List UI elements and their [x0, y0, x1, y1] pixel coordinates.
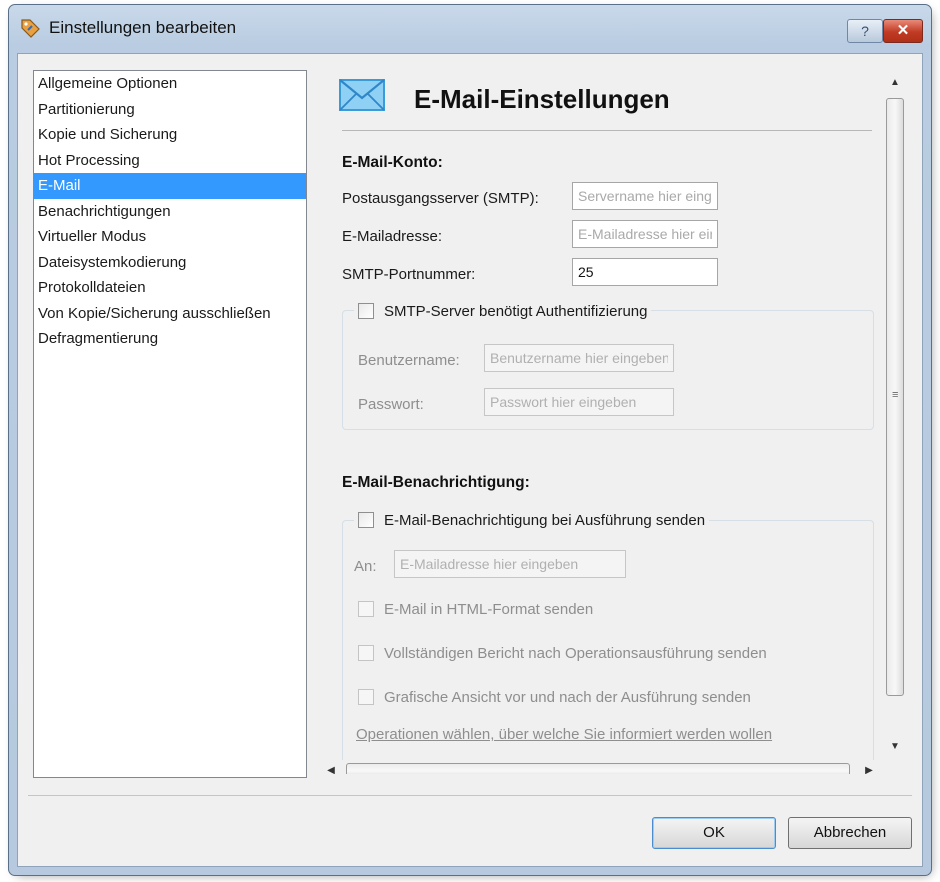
app-tag-icon	[21, 19, 40, 38]
auth-checkbox-label: SMTP-Server benötigt Authentifizierung	[384, 302, 648, 320]
dialog-window: Einstellungen bearbeiten ? ✕ Allgemeine …	[8, 4, 932, 876]
nav-item-virtual-mode[interactable]: Virtueller Modus	[34, 224, 306, 250]
graphic-view-label: Grafische Ansicht vor und nach der Ausfü…	[384, 688, 751, 706]
nav-item-notifications[interactable]: Benachrichtigungen	[34, 199, 306, 225]
dialog-client-area: Allgemeine Optionen Partitionierung Kopi…	[17, 53, 923, 867]
html-format-row[interactable]: E-Mail in HTML-Format senden	[354, 598, 598, 620]
close-button[interactable]: ✕	[883, 19, 923, 43]
username-input[interactable]	[484, 344, 674, 372]
nav-item-defragmentation[interactable]: Defragmentierung	[34, 326, 306, 352]
grip-icon: ≡	[892, 389, 899, 401]
email-address-input[interactable]	[572, 220, 718, 248]
title-bar[interactable]: Einstellungen bearbeiten ? ✕	[9, 5, 931, 49]
username-label: Benutzername:	[358, 352, 460, 369]
settings-category-list[interactable]: Allgemeine Optionen Partitionierung Kopi…	[33, 70, 307, 778]
scroll-down-arrow-icon[interactable]: ▼	[882, 734, 908, 760]
horizontal-scrollbar[interactable]: ◀ ▶	[318, 760, 882, 774]
nav-item-filesystem-encoding[interactable]: Dateisystemkodierung	[34, 250, 306, 276]
header-divider	[342, 130, 872, 131]
auth-checkbox[interactable]	[358, 303, 374, 319]
smtp-port-label: SMTP-Portnummer:	[342, 266, 476, 283]
smtp-port-input[interactable]	[572, 258, 718, 286]
full-report-row[interactable]: Vollständigen Bericht nach Operationsaus…	[354, 642, 771, 664]
send-notification-checkbox[interactable]	[358, 512, 374, 528]
vertical-scroll-thumb[interactable]: ≡	[886, 98, 904, 696]
scroll-left-arrow-icon[interactable]: ◀	[318, 760, 344, 774]
password-input[interactable]	[484, 388, 674, 416]
scroll-right-arrow-icon[interactable]: ▶	[856, 760, 882, 774]
graphic-view-checkbox[interactable]	[358, 689, 374, 705]
email-account-heading: E-Mail-Konto:	[342, 154, 443, 171]
nav-item-exclusions[interactable]: Von Kopie/Sicherung ausschließen	[34, 301, 306, 327]
smtp-server-label: Postausgangsserver (SMTP):	[342, 190, 539, 207]
email-address-label: E-Mailadresse:	[342, 228, 443, 245]
smtp-server-input[interactable]	[572, 182, 718, 210]
to-address-input[interactable]	[394, 550, 626, 578]
html-format-label: E-Mail in HTML-Format senden	[384, 600, 594, 618]
auth-checkbox-row[interactable]: SMTP-Server benötigt Authentifizierung	[354, 300, 652, 322]
password-label: Passwort:	[358, 396, 424, 413]
send-notification-label: E-Mail-Benachrichtigung bei Ausführung s…	[384, 511, 706, 529]
nav-item-hot-processing[interactable]: Hot Processing	[34, 148, 306, 174]
scroll-corner	[882, 760, 908, 774]
footer-divider	[28, 795, 912, 796]
full-report-checkbox[interactable]	[358, 645, 374, 661]
vertical-scrollbar[interactable]: ▲ ≡ ▼	[882, 70, 908, 760]
help-button[interactable]: ?	[847, 19, 883, 43]
html-format-checkbox[interactable]	[358, 601, 374, 617]
email-settings-panel: E-Mail-Einstellungen E-Mail-Konto: Posta…	[318, 70, 908, 774]
send-notification-row[interactable]: E-Mail-Benachrichtigung bei Ausführung s…	[354, 509, 710, 531]
ok-button[interactable]: OK	[652, 817, 776, 849]
page-title: E-Mail-Einstellungen	[414, 84, 670, 114]
envelope-icon	[339, 79, 385, 111]
panel-content: E-Mail-Einstellungen E-Mail-Konto: Posta…	[318, 70, 874, 774]
full-report-label: Vollständigen Bericht nach Operationsaus…	[384, 644, 767, 662]
horizontal-scroll-thumb[interactable]	[346, 763, 850, 774]
select-operations-link[interactable]: Operationen wählen, über welche Sie info…	[356, 726, 772, 743]
nav-item-general[interactable]: Allgemeine Optionen	[34, 71, 306, 97]
graphic-view-row[interactable]: Grafische Ansicht vor und nach der Ausfü…	[354, 686, 755, 708]
window-title: Einstellungen bearbeiten	[49, 18, 237, 37]
nav-item-log-files[interactable]: Protokolldateien	[34, 275, 306, 301]
nav-item-email[interactable]: E-Mail	[34, 173, 306, 199]
nav-item-partitioning[interactable]: Partitionierung	[34, 97, 306, 123]
email-notification-heading: E-Mail-Benachrichtigung:	[342, 474, 530, 491]
cancel-button[interactable]: Abbrechen	[788, 817, 912, 849]
nav-item-copy-backup[interactable]: Kopie und Sicherung	[34, 122, 306, 148]
to-label: An:	[354, 558, 377, 575]
scroll-up-arrow-icon[interactable]: ▲	[882, 70, 908, 96]
